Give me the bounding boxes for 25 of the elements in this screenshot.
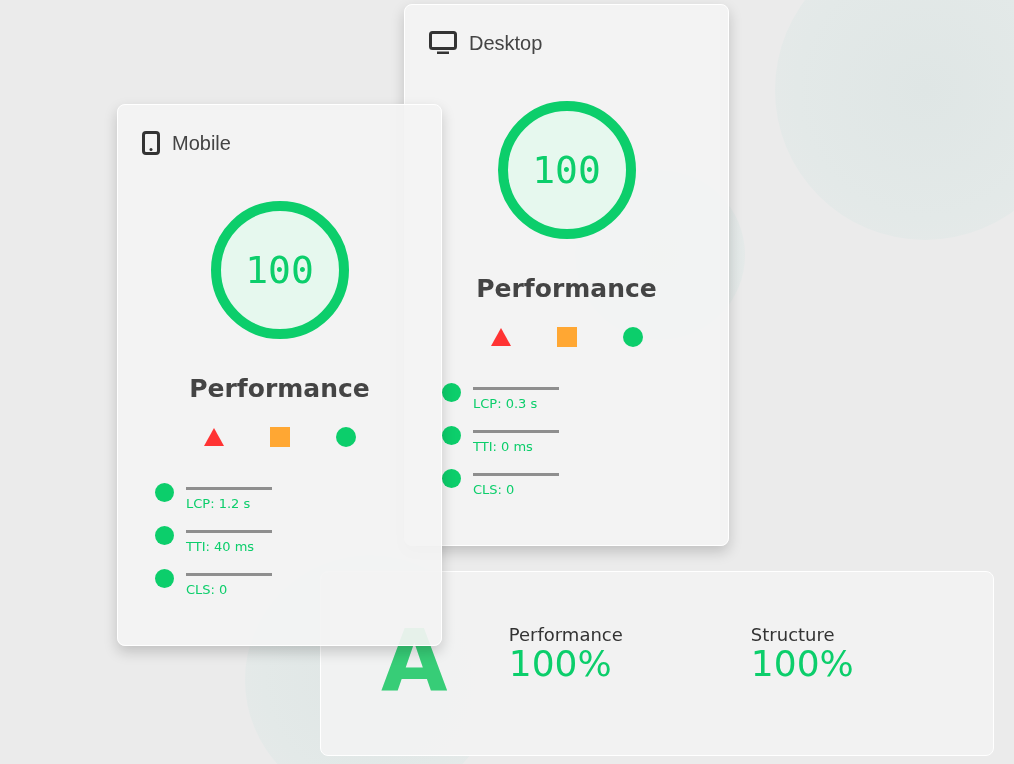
monitor-icon xyxy=(429,31,457,55)
square-icon xyxy=(556,327,577,347)
device-title: Desktop xyxy=(469,31,543,55)
category-title: Performance xyxy=(476,274,657,303)
category-title: Performance xyxy=(189,374,370,403)
score-value: 100 xyxy=(532,148,601,192)
grade-letter: A xyxy=(381,616,449,703)
metric-label: CLS: 0 xyxy=(473,473,559,497)
summary-label: Structure xyxy=(750,624,836,646)
metric-label: TTI: 0 ms xyxy=(473,430,559,454)
circle-icon xyxy=(622,327,643,347)
metric-label: LCP: 1.2 s xyxy=(186,487,272,511)
metric-label: CLS: 0 xyxy=(186,573,272,597)
device-title: Mobile xyxy=(172,131,231,155)
summary-label: Performance xyxy=(508,624,624,646)
triangle-icon xyxy=(203,428,224,446)
circle-icon xyxy=(335,427,356,447)
triangle-icon xyxy=(490,328,511,346)
metric-label: LCP: 0.3 s xyxy=(473,387,559,411)
phone-icon xyxy=(142,131,160,155)
square-icon xyxy=(269,427,290,447)
metric-label: TTI: 40 ms xyxy=(186,530,272,554)
score-value: 100 xyxy=(245,248,314,292)
summary-value: 100% xyxy=(508,645,613,683)
summary-value: 100% xyxy=(750,645,855,683)
